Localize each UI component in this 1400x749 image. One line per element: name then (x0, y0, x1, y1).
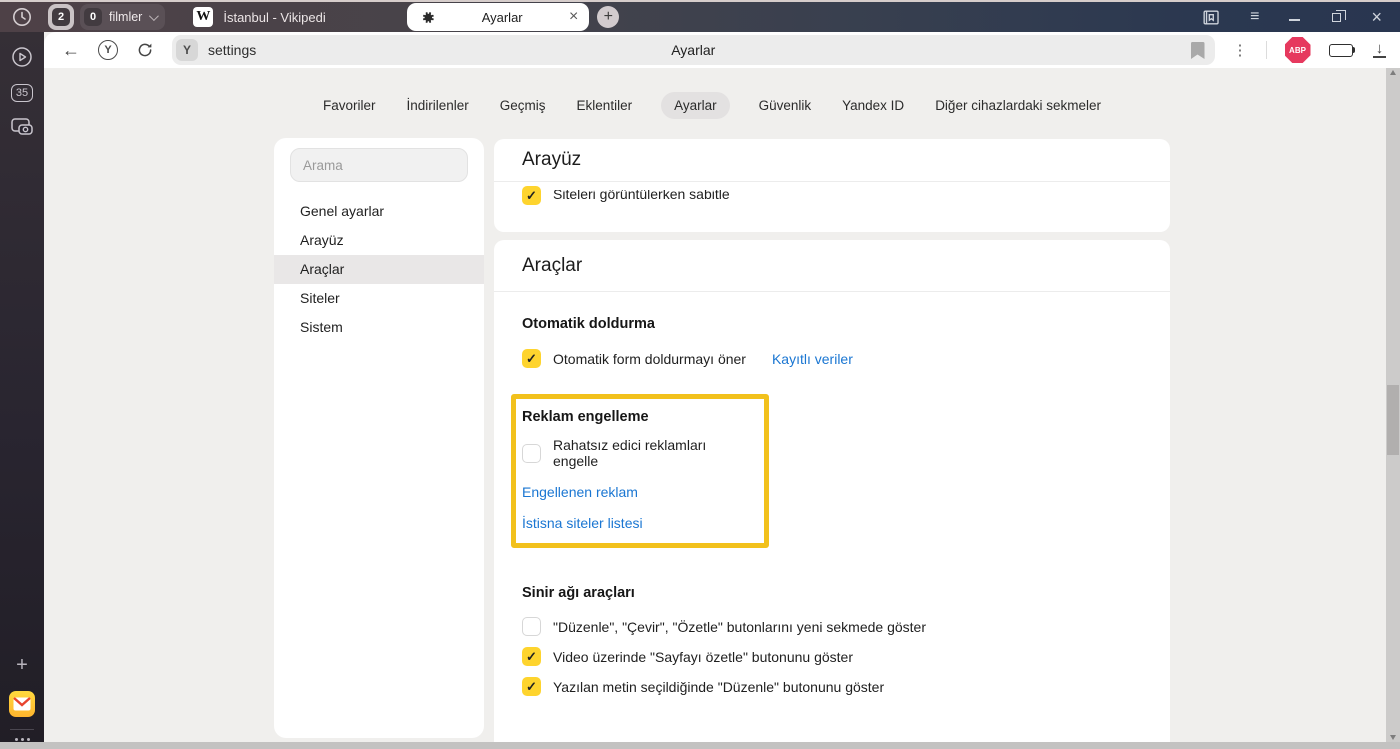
url-text: settings (208, 42, 256, 58)
scrollbar[interactable] (1386, 68, 1400, 742)
nav-tab-guvenlik[interactable]: Güvenlik (757, 92, 814, 119)
scrollbar-thumb[interactable] (1387, 385, 1399, 455)
divider (10, 729, 34, 730)
clock-icon (12, 7, 32, 27)
setting-label: Siteleri görüntülerken sabitle (553, 190, 730, 202)
group-label: filmler (109, 10, 142, 24)
bookmark-icon[interactable] (1190, 42, 1205, 59)
group-unread-count: 0 (84, 8, 102, 26)
sidebar-item-genel-ayarlar[interactable]: Genel ayarlar (274, 197, 484, 226)
subsection-reklam-engelleme: Reklam engelleme (522, 409, 754, 425)
checkbox-checked[interactable]: ✓ (522, 186, 541, 205)
link-engellenen-reklam[interactable]: Engellenen reklam (522, 484, 754, 500)
screenshot-icon[interactable] (10, 116, 34, 138)
settings-sidebar: Genel ayarlar Arayüz Araçlar Siteler Sis… (274, 138, 484, 738)
close-tab-icon[interactable]: × (569, 9, 578, 25)
checkbox-unchecked[interactable] (522, 617, 541, 636)
restore-button[interactable] (1332, 13, 1341, 22)
browser-toolbar: ← Y Y settings Ayarlar ⋮ ABP ↓ (44, 32, 1400, 68)
adblock-plus-icon[interactable]: ABP (1285, 37, 1311, 63)
side-panel-icon[interactable] (1201, 8, 1220, 27)
gear-icon (420, 10, 435, 25)
checkbox-unchecked[interactable] (522, 444, 541, 463)
highlighted-adblock-box: Reklam engelleme Rahatsız edici reklamla… (511, 394, 769, 548)
section-arayuz: Arayüz ✓ Siteleri görüntülerken sabitle (494, 139, 1170, 232)
scroll-up-arrow[interactable] (1390, 70, 1396, 75)
nav-tab-ayarlar[interactable]: Ayarlar (661, 92, 730, 119)
window-bottom-edge (0, 742, 1400, 749)
link-kayitli-veriler[interactable]: Kayıtlı veriler (772, 351, 853, 367)
tab-count-badge[interactable]: 35 (11, 84, 33, 102)
checkbox-checked[interactable]: ✓ (522, 677, 541, 696)
setting-row-sabitle: ✓ Siteleri görüntülerken sabitle (494, 186, 1170, 205)
extensions-menu-icon[interactable]: ⋮ (1233, 41, 1248, 59)
sidebar-item-sistem[interactable]: Sistem (274, 313, 484, 342)
nav-tab-diger-cihazlar[interactable]: Diğer cihazlardaki sekmeler (933, 92, 1103, 119)
section-title-arayuz: Arayüz (494, 139, 1170, 182)
nav-tab-eklentiler[interactable]: Eklentiler (575, 92, 635, 119)
sidebar-item-arayuz[interactable]: Arayüz (274, 226, 484, 255)
setting-label: Video üzerinde "Sayfayı özetle" butonunu… (553, 649, 853, 665)
tab-group-filmler[interactable]: 0 filmler (80, 4, 165, 30)
setting-row-duzenle-butonu: ✓ Yazılan metin seçildiğinde "Düzenle" b… (522, 677, 1142, 696)
section-title-araclar: Araçlar (494, 240, 1170, 292)
tab-title: Ayarlar (435, 10, 569, 25)
search-input[interactable] (290, 148, 468, 182)
tab-group-count-chip[interactable]: 2 (48, 4, 74, 30)
close-window-button[interactable]: × (1371, 8, 1382, 26)
more-options-icon[interactable] (15, 738, 30, 741)
setting-label: "Düzenle", "Çevir", "Özetle" butonlarını… (553, 619, 926, 635)
setting-row-video-ozetle: ✓ Video üzerinde "Sayfayı özetle" butonu… (522, 647, 1142, 666)
nav-tab-indirilenler[interactable]: İndirilenler (405, 92, 471, 119)
settings-favicon: Y (176, 39, 198, 61)
tab-strip: 2 0 filmler W İstanbul - Vikipedi Ayarla… (0, 0, 1400, 32)
setting-row-autofill: ✓ Otomatik form doldurmayı öner Kayıtlı … (522, 349, 1142, 368)
section-araclar: Araçlar Otomatik doldurma ✓ Otomatik for… (494, 240, 1170, 743)
tab-title: İstanbul - Vikipedi (223, 10, 325, 25)
nav-tab-yandex-id[interactable]: Yandex ID (840, 92, 906, 119)
tab-ayarlar-active[interactable]: Ayarlar × (407, 3, 589, 31)
link-istisna-siteler[interactable]: İstisna siteler listesi (522, 515, 754, 531)
setting-label: Yazılan metin seçildiğinde "Düzenle" but… (553, 679, 884, 695)
yandex-home-icon[interactable]: Y (98, 40, 118, 60)
subsection-otomatik-doldurma: Otomatik doldurma (522, 316, 1142, 332)
add-panel-icon[interactable]: + (16, 654, 28, 677)
menu-icon[interactable]: ≡ (1250, 8, 1259, 26)
scroll-down-arrow[interactable] (1390, 735, 1396, 740)
new-tab-button[interactable]: + (597, 6, 619, 28)
divider (1266, 41, 1267, 59)
sidebar-item-araclar[interactable]: Araçlar (274, 255, 484, 284)
settings-top-nav: Favoriler İndirilenler Geçmiş Eklentiler… (44, 92, 1380, 119)
subsection-sinir-agi: Sinir ağı araçları (522, 585, 1142, 601)
minimize-button[interactable] (1289, 19, 1300, 21)
play-circle-icon[interactable] (11, 46, 33, 68)
setting-label: Otomatik form doldurmayı öner (553, 351, 746, 367)
nav-tab-gecmis[interactable]: Geçmiş (498, 92, 548, 119)
chevron-down-icon (149, 11, 159, 21)
checkbox-checked[interactable]: ✓ (522, 349, 541, 368)
setting-row-neural-buttons: "Düzenle", "Çevir", "Özetle" butonlarını… (522, 617, 1142, 636)
setting-label: Rahatsız edici reklamları engelle (553, 437, 754, 469)
nav-tab-favoriler[interactable]: Favoriler (321, 92, 378, 119)
browser-window: 2 0 filmler W İstanbul - Vikipedi Ayarla… (0, 0, 1400, 749)
battery-saver-icon[interactable] (1329, 44, 1356, 57)
tab-istanbul-vikipedi[interactable]: W İstanbul - Vikipedi (193, 7, 343, 27)
address-bar[interactable]: Y settings Ayarlar (172, 35, 1215, 65)
refresh-icon[interactable] (136, 41, 154, 59)
sidebar-item-siteler[interactable]: Siteler (274, 284, 484, 313)
tab-group-count: 2 (52, 8, 70, 26)
history-clock-button[interactable] (0, 7, 44, 27)
wikipedia-favicon: W (193, 7, 213, 27)
yandex-mail-icon[interactable] (9, 691, 35, 717)
downloads-icon[interactable]: ↓ (1373, 42, 1386, 58)
back-button[interactable]: ← (62, 41, 80, 59)
checkbox-checked[interactable]: ✓ (522, 647, 541, 666)
setting-row-adblock: Rahatsız edici reklamları engelle (522, 437, 754, 469)
page-title: Ayarlar (172, 42, 1215, 58)
settings-page: Favoriler İndirilenler Geçmiş Eklentiler… (44, 68, 1400, 742)
left-rail: 35 + (0, 32, 44, 749)
